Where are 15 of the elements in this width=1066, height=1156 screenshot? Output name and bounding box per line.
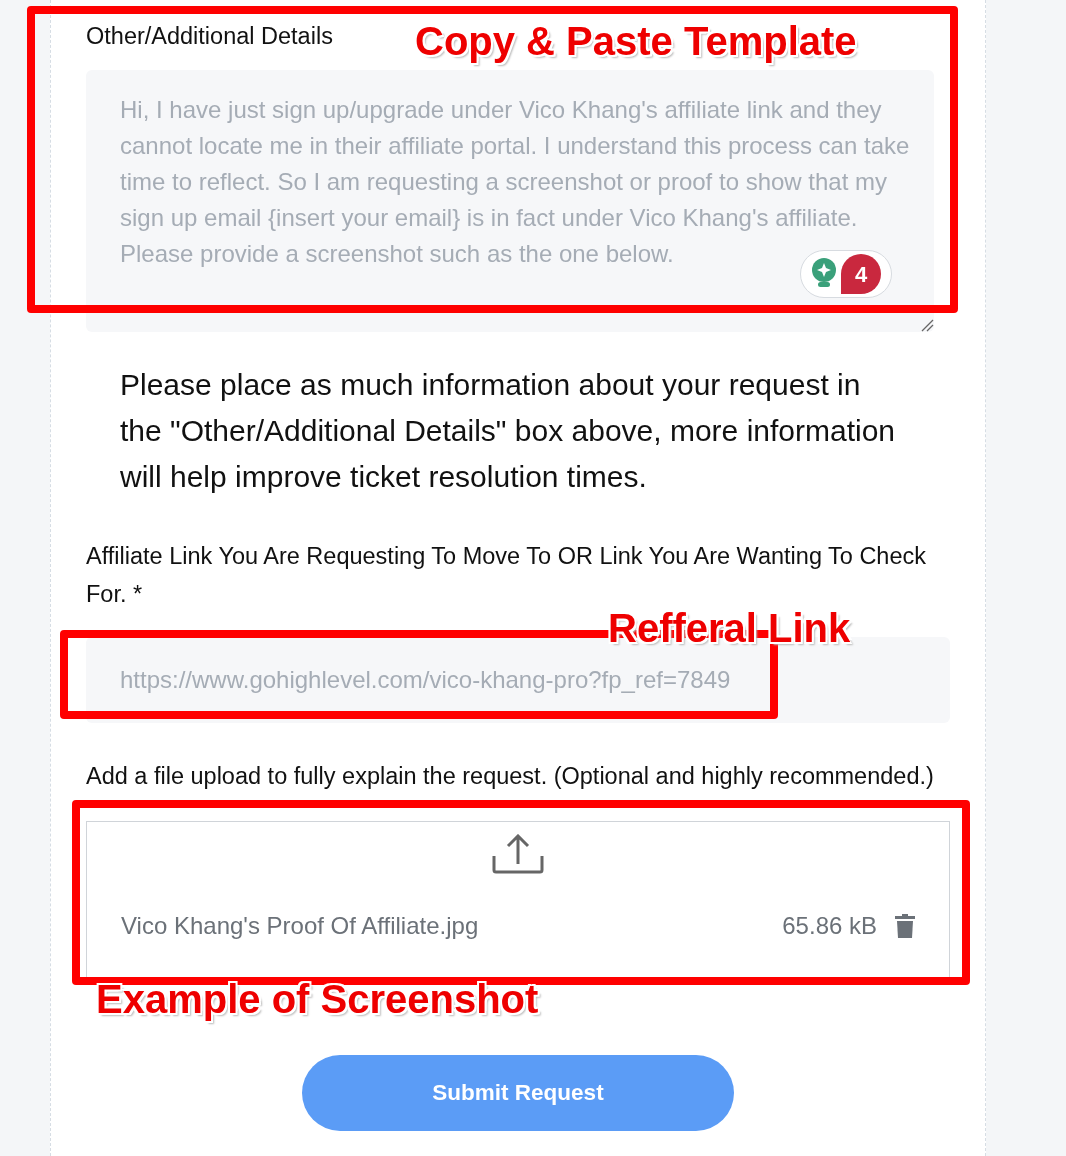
lightbulb-icon (811, 258, 837, 290)
submit-button[interactable]: Submit Request (302, 1055, 734, 1131)
issue-count: 4 (841, 254, 881, 294)
help-text: Please place as much information about your request in the "Other/Additional Details" box above, more information will help improve ticket resolution times. (120, 367, 897, 495)
trash-icon[interactable] (895, 914, 915, 938)
resize-handle-icon[interactable] (920, 318, 934, 332)
file-name: Vico Khang's Proof Of Affiliate.jpg (121, 911, 479, 941)
grammar-badge[interactable]: 4 (800, 250, 892, 298)
file-size: 65.86 kB (782, 911, 877, 941)
annotation-label: Copy & Paste Template (415, 20, 857, 62)
field-label: Affiliate Link You Are Requesting To Move To OR Link You Are Wanting To Check For. * (86, 542, 927, 609)
field-label: Other/Additional Details (86, 22, 333, 50)
annotation-label: Example of Screenshot (96, 978, 539, 1020)
upload-icon[interactable] (492, 834, 544, 874)
field-label: Add a file upload to fully explain the request. (Optional and highly recommended.) (86, 762, 935, 791)
